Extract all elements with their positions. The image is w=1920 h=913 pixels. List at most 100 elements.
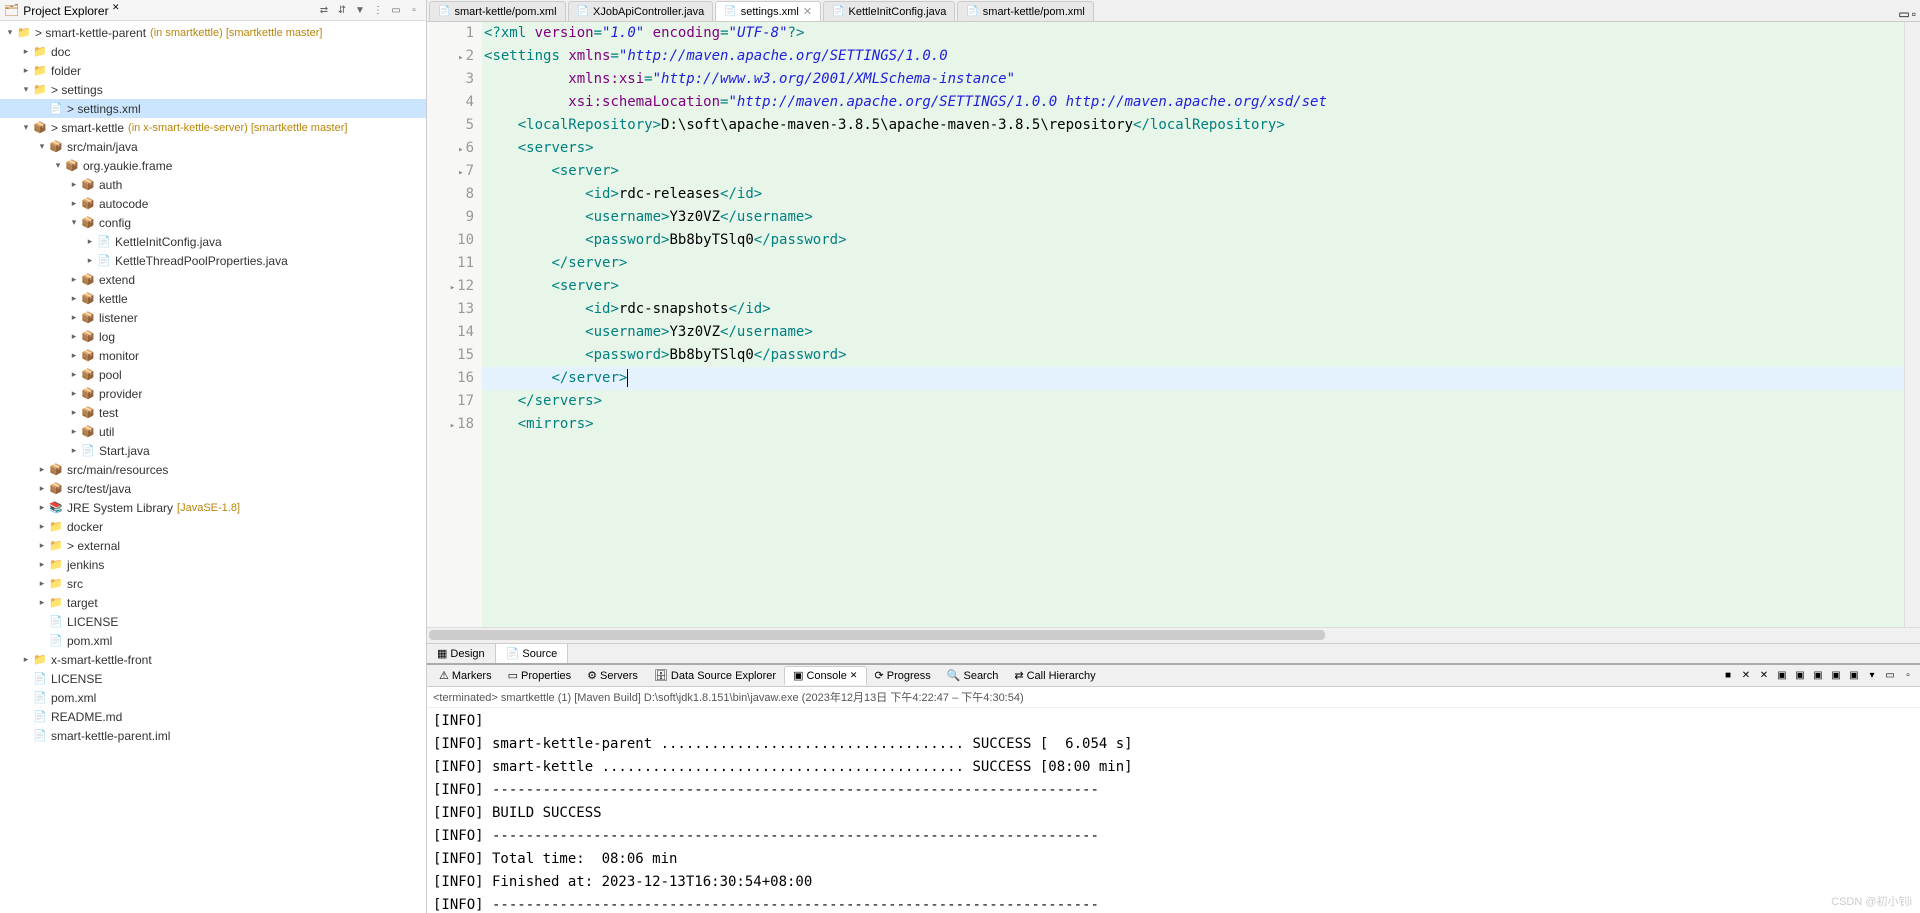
tree-item[interactable]: 📄pom.xml bbox=[0, 688, 426, 707]
maximize-icon[interactable]: ▫ bbox=[406, 2, 422, 18]
tree-arrow-icon[interactable]: ▸ bbox=[68, 369, 80, 380]
tree-item[interactable]: ▸📦auth bbox=[0, 175, 426, 194]
tree-arrow-icon[interactable]: ▸ bbox=[36, 540, 48, 551]
tree-arrow-icon[interactable]: ▸ bbox=[68, 445, 80, 456]
tree-arrow-icon[interactable]: ▸ bbox=[20, 46, 32, 57]
console-output[interactable]: [INFO] [INFO] smart-kettle-parent ......… bbox=[427, 708, 1920, 913]
tree-item[interactable]: 📄pom.xml bbox=[0, 631, 426, 650]
tree-item[interactable]: ▸📦test bbox=[0, 403, 426, 422]
tree-item[interactable]: ▸📁jenkins bbox=[0, 555, 426, 574]
tree-item[interactable]: ▸📄KettleInitConfig.java bbox=[0, 232, 426, 251]
tree-item[interactable]: ▸📦listener bbox=[0, 308, 426, 327]
tree-arrow-icon[interactable]: ▸ bbox=[68, 350, 80, 361]
tree-arrow-icon[interactable]: ▸ bbox=[20, 65, 32, 76]
tree-arrow-icon[interactable]: ▸ bbox=[36, 597, 48, 608]
tree-arrow-icon[interactable]: ▾ bbox=[36, 141, 48, 152]
tree-arrow-icon[interactable]: ▸ bbox=[68, 179, 80, 190]
console-toolbar-icon[interactable]: ✕ bbox=[1738, 668, 1754, 684]
tree-arrow-icon[interactable]: ▾ bbox=[4, 27, 16, 38]
tree-item[interactable]: ▾📦org.yaukie.frame bbox=[0, 156, 426, 175]
console-toolbar-icon[interactable]: ✕ bbox=[1756, 668, 1772, 684]
tree-arrow-icon[interactable]: ▸ bbox=[36, 483, 48, 494]
maximize-icon[interactable]: ▫ bbox=[1912, 7, 1916, 21]
tree-item[interactable]: ▸📦src/main/resources bbox=[0, 460, 426, 479]
tree-item[interactable]: ▸📦provider bbox=[0, 384, 426, 403]
console-toolbar-icon[interactable]: ▫ bbox=[1900, 668, 1916, 684]
mode-tab-source[interactable]: 📄 Source bbox=[496, 644, 569, 663]
editor-tab[interactable]: 📄settings.xml ✕ bbox=[715, 1, 821, 21]
tree-arrow-icon[interactable]: ▸ bbox=[36, 521, 48, 532]
tree-item[interactable]: 📄smart-kettle-parent.iml bbox=[0, 726, 426, 745]
tree-item[interactable]: ▸📁target bbox=[0, 593, 426, 612]
tree-arrow-icon[interactable]: ▸ bbox=[68, 198, 80, 209]
bottom-tab[interactable]: ⚙Servers bbox=[579, 667, 646, 684]
console-toolbar-icon[interactable]: ▣ bbox=[1828, 668, 1844, 684]
editor-tab[interactable]: 📄smart-kettle/pom.xml bbox=[957, 1, 1094, 21]
tree-item[interactable]: ▾📁> smart-kettle-parent(in smartkettle) … bbox=[0, 23, 426, 42]
editor-tab[interactable]: 📄XJobApiController.java bbox=[568, 1, 714, 21]
bottom-tab[interactable]: ⚠Markers bbox=[431, 667, 500, 684]
tree-arrow-icon[interactable]: ▾ bbox=[20, 122, 32, 133]
tree-arrow-icon[interactable]: ▾ bbox=[52, 160, 64, 171]
minimize-icon[interactable]: ▭ bbox=[1898, 7, 1909, 21]
tree-item[interactable]: ▸📦src/test/java bbox=[0, 479, 426, 498]
console-toolbar-icon[interactable]: ▣ bbox=[1774, 668, 1790, 684]
tree-arrow-icon[interactable]: ▸ bbox=[36, 502, 48, 513]
tree-item[interactable]: ▸📁doc bbox=[0, 42, 426, 61]
tree-arrow-icon[interactable]: ▸ bbox=[20, 654, 32, 665]
console-toolbar-icon[interactable]: ■ bbox=[1720, 668, 1736, 684]
editor-hscroll[interactable] bbox=[427, 627, 1920, 643]
mode-tab-design[interactable]: ▦ Design bbox=[427, 644, 496, 663]
tree-item[interactable]: ▸📚JRE System Library[JavaSE-1.8] bbox=[0, 498, 426, 517]
close-icon[interactable]: ✕ bbox=[803, 5, 812, 18]
tree-arrow-icon[interactable]: ▸ bbox=[68, 426, 80, 437]
console-toolbar-icon[interactable]: ▣ bbox=[1846, 668, 1862, 684]
tree-item[interactable]: ▸📦kettle bbox=[0, 289, 426, 308]
tree-item[interactable]: ▸📦extend bbox=[0, 270, 426, 289]
minimize-icon[interactable]: ▭ bbox=[388, 2, 404, 18]
bottom-tab[interactable]: 🔍Search bbox=[939, 667, 1007, 684]
tree-item[interactable]: 📄> settings.xml bbox=[0, 99, 426, 118]
tree-arrow-icon[interactable]: ▸ bbox=[68, 331, 80, 342]
tree-item[interactable]: ▸📦monitor bbox=[0, 346, 426, 365]
tree-arrow-icon[interactable]: ▸ bbox=[84, 255, 96, 266]
editor-code[interactable]: <?xml version="1.0" encoding="UTF-8"?><s… bbox=[482, 22, 1904, 627]
tree-item[interactable]: ▸📁x-smart-kettle-front bbox=[0, 650, 426, 669]
tree-item[interactable]: ▸📁> external bbox=[0, 536, 426, 555]
bottom-tab[interactable]: ▭Properties bbox=[500, 667, 580, 684]
tree-item[interactable]: ▾📦> smart-kettle(in x-smart-kettle-serve… bbox=[0, 118, 426, 137]
tree-arrow-icon[interactable]: ▾ bbox=[68, 217, 80, 228]
collapse-all-icon[interactable]: ⇄ bbox=[316, 2, 332, 18]
editor-tab[interactable]: 📄smart-kettle/pom.xml bbox=[429, 1, 566, 21]
tree-item[interactable]: 📄README.md bbox=[0, 707, 426, 726]
tree-arrow-icon[interactable]: ▸ bbox=[84, 236, 96, 247]
tree-item[interactable]: ▸📄Start.java bbox=[0, 441, 426, 460]
bottom-tab[interactable]: ▣Console ✕ bbox=[784, 666, 866, 685]
tree-arrow-icon[interactable]: ▸ bbox=[36, 578, 48, 589]
tree-item[interactable]: ▸📦autocode bbox=[0, 194, 426, 213]
editor-area[interactable]: 123456789101112131415161718 <?xml versio… bbox=[427, 22, 1920, 627]
tree-item[interactable]: ▸📦util bbox=[0, 422, 426, 441]
tree-item[interactable]: ▸📁docker bbox=[0, 517, 426, 536]
tree-item[interactable]: 📄LICENSE bbox=[0, 669, 426, 688]
console-toolbar-icon[interactable]: ▾ bbox=[1864, 668, 1880, 684]
tree-item[interactable]: ▸📁src bbox=[0, 574, 426, 593]
bottom-tab[interactable]: 🗄Data Source Explorer bbox=[646, 667, 784, 684]
filter-icon[interactable]: ▼ bbox=[352, 2, 368, 18]
bottom-tab[interactable]: ⟳Progress bbox=[867, 667, 939, 684]
link-editor-icon[interactable]: ⇵ bbox=[334, 2, 350, 18]
tree-item[interactable]: ▸📁folder bbox=[0, 61, 426, 80]
tree-arrow-icon[interactable]: ▸ bbox=[36, 559, 48, 570]
tree-arrow-icon[interactable]: ▸ bbox=[68, 293, 80, 304]
tree-item[interactable]: ▸📄KettleThreadPoolProperties.java bbox=[0, 251, 426, 270]
console-toolbar-icon[interactable]: ▭ bbox=[1882, 668, 1898, 684]
tree-arrow-icon[interactable]: ▸ bbox=[68, 312, 80, 323]
tree-arrow-icon[interactable]: ▸ bbox=[68, 407, 80, 418]
tree-arrow-icon[interactable]: ▾ bbox=[20, 84, 32, 95]
editor-tab[interactable]: 📄KettleInitConfig.java bbox=[823, 1, 955, 21]
console-toolbar-icon[interactable]: ▣ bbox=[1792, 668, 1808, 684]
console-toolbar-icon[interactable]: ▣ bbox=[1810, 668, 1826, 684]
tree-item[interactable]: ▸📦log bbox=[0, 327, 426, 346]
editor-vscroll[interactable] bbox=[1904, 22, 1920, 627]
tree-item[interactable]: 📄LICENSE bbox=[0, 612, 426, 631]
